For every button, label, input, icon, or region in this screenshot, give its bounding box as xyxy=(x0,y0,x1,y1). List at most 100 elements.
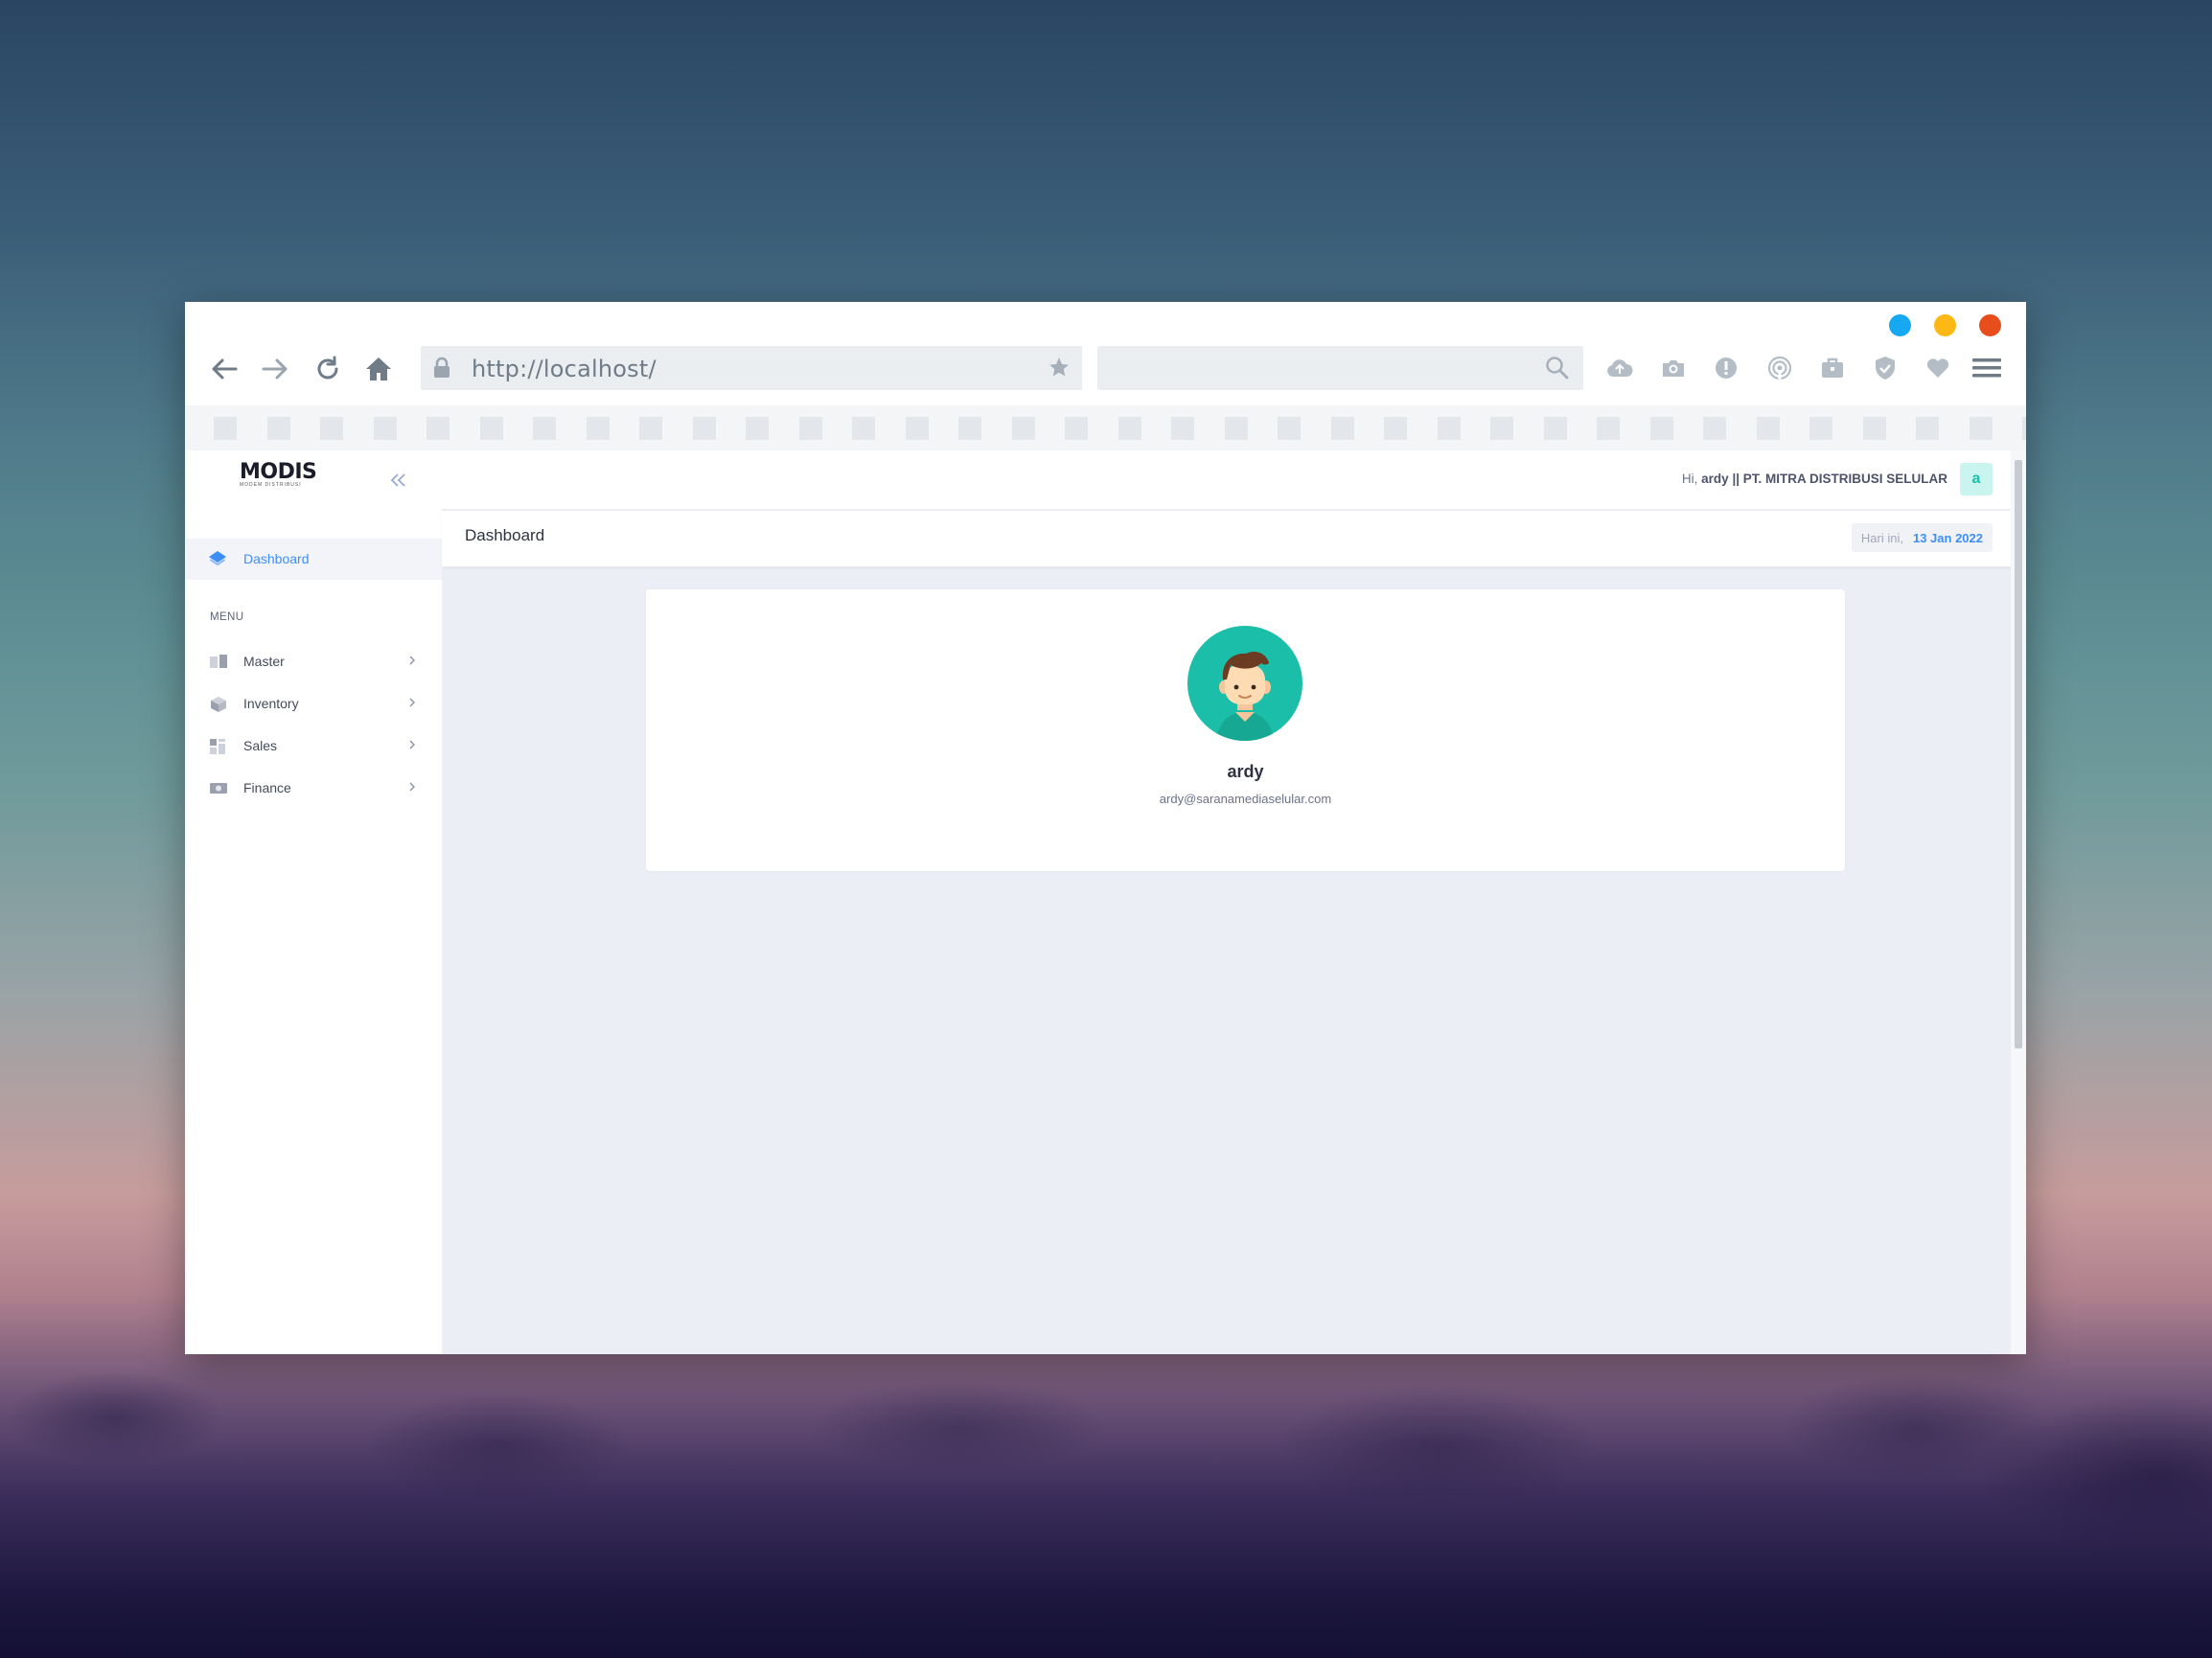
sidebar-item-label: Inventory xyxy=(243,696,299,711)
chevron-right-icon xyxy=(408,738,416,755)
tab-placeholder xyxy=(1224,417,1248,440)
layers-icon xyxy=(208,550,227,572)
cloud-upload-icon[interactable] xyxy=(1603,352,1636,384)
sidebar-item-inventory[interactable]: Inventory xyxy=(185,684,442,723)
hamburger-icon[interactable] xyxy=(1970,352,2003,384)
tab-placeholder xyxy=(1969,417,1993,440)
tab-placeholder xyxy=(1809,417,1832,440)
address-bar[interactable]: http://localhost/ xyxy=(421,346,1082,390)
tab-placeholder xyxy=(1649,417,1673,440)
app-area: MODIS MODEM DISTRIBUSI Dashboard MENU Ma… xyxy=(185,450,2026,1354)
tab-placeholder xyxy=(426,417,449,440)
logo[interactable]: MODIS MODEM DISTRIBUSI xyxy=(240,460,326,498)
profile-avatar xyxy=(1187,626,1302,741)
profile-card: ardy ardy@saranamediaselular.com xyxy=(646,589,1845,871)
tab-placeholder xyxy=(1597,417,1620,440)
home-icon[interactable] xyxy=(359,350,398,388)
lock-icon xyxy=(432,357,451,384)
tab-placeholder xyxy=(586,417,610,440)
sidebar-item-label: Master xyxy=(243,654,285,669)
search-icon[interactable] xyxy=(1545,356,1570,385)
sidebar-item-dashboard[interactable]: Dashboard xyxy=(185,539,442,580)
window-controls xyxy=(1889,314,2001,336)
date-value: 13 Jan 2022 xyxy=(1912,530,1983,545)
sidebar: MODIS MODEM DISTRIBUSI Dashboard MENU Ma… xyxy=(185,450,442,1354)
shield-icon[interactable] xyxy=(1869,352,1901,384)
reload-icon[interactable] xyxy=(309,350,347,388)
window-control-red[interactable] xyxy=(1979,314,2001,336)
browser-chrome: http://localhost/ xyxy=(185,302,2026,450)
collapse-sidebar-button[interactable] xyxy=(386,468,411,493)
tab-placeholder xyxy=(1437,417,1461,440)
page-title: Dashboard xyxy=(465,526,545,544)
star-icon[interactable] xyxy=(1048,356,1071,383)
scrollbar-thumb[interactable] xyxy=(2015,460,2022,1048)
box-icon xyxy=(209,696,228,712)
chevron-right-icon xyxy=(408,696,416,713)
book-icon xyxy=(209,654,228,669)
user-avatar[interactable]: a xyxy=(1960,463,1993,495)
tab-placeholder xyxy=(1171,417,1194,440)
page-scrollbar[interactable] xyxy=(2011,450,2026,1354)
tab-placeholder xyxy=(479,417,503,440)
grid-icon xyxy=(209,738,228,754)
window-control-yellow[interactable] xyxy=(1934,314,1956,336)
tab-placeholder xyxy=(373,417,397,440)
tab-placeholder xyxy=(533,417,556,440)
alert-icon[interactable] xyxy=(1710,352,1742,384)
tab-placeholder xyxy=(958,417,981,440)
greeting-user: ardy || PT. MITRA DISTRIBUSI SELULAR xyxy=(1701,472,1947,486)
user-greeting[interactable]: Hi, ardy || PT. MITRA DISTRIBUSI SELULAR xyxy=(1682,472,1947,486)
window-control-blue[interactable] xyxy=(1889,314,1911,336)
browser-window: http://localhost/ MODIS MODEM DISTRIBUSI… xyxy=(185,302,2026,1354)
chevron-right-icon xyxy=(408,654,416,671)
tab-placeholder xyxy=(1118,417,1141,440)
profile-name: ardy xyxy=(1227,762,1264,781)
sub-header: Dashboard Hari ini, 13 Jan 2022 xyxy=(442,511,2026,566)
tab-placeholder xyxy=(1862,417,1886,440)
url-text: http://localhost/ xyxy=(472,356,657,382)
broadcast-icon[interactable] xyxy=(1763,352,1796,384)
camera-icon[interactable] xyxy=(1657,352,1690,384)
menu-section-header: MENU xyxy=(210,611,244,623)
tab-placeholder xyxy=(1384,417,1407,440)
sidebar-item-label: Finance xyxy=(243,780,291,795)
logo-text: MODIS xyxy=(240,460,317,484)
tab-placeholder xyxy=(2022,417,2026,440)
heart-icon[interactable] xyxy=(1922,352,1954,384)
double-chevron-left-icon xyxy=(390,473,405,487)
greeting-prefix: Hi, xyxy=(1681,472,1698,486)
chevron-right-icon xyxy=(408,780,416,797)
sidebar-item-label: Sales xyxy=(243,738,278,753)
sidebar-item-master[interactable]: Master xyxy=(185,642,442,680)
sidebar-item-label: Dashboard xyxy=(243,551,310,566)
profile-email: ardy@saranamediaselular.com xyxy=(1159,792,1332,806)
tab-placeholder xyxy=(1703,417,1726,440)
tab-placeholder xyxy=(798,417,822,440)
date-picker[interactable]: Hari ini, 13 Jan 2022 xyxy=(1851,523,1993,552)
tab-placeholder xyxy=(746,417,769,440)
tab-placeholder xyxy=(905,417,929,440)
sidebar-item-sales[interactable]: Sales xyxy=(185,726,442,765)
tab-strip xyxy=(185,405,2026,450)
search-bar[interactable] xyxy=(1097,346,1583,390)
money-icon xyxy=(209,780,228,795)
tab-placeholder xyxy=(266,417,290,440)
tab-placeholder xyxy=(852,417,875,440)
tab-placeholder xyxy=(1011,417,1035,440)
tab-placeholder xyxy=(214,417,237,440)
date-prefix: Hari ini, xyxy=(1860,530,1903,545)
forward-icon[interactable] xyxy=(256,350,294,388)
tab-placeholder xyxy=(1278,417,1301,440)
top-bar: Hi, ardy || PT. MITRA DISTRIBUSI SELULAR… xyxy=(442,450,2026,510)
sidebar-item-finance[interactable]: Finance xyxy=(185,769,442,807)
tab-placeholder xyxy=(639,417,662,440)
tab-placeholder xyxy=(692,417,716,440)
background-haze xyxy=(0,1361,2212,1658)
tab-placeholder xyxy=(320,417,343,440)
back-icon[interactable] xyxy=(205,350,243,388)
briefcase-icon[interactable] xyxy=(1816,352,1849,384)
tab-placeholder xyxy=(1756,417,1780,440)
tab-placeholder xyxy=(1543,417,1567,440)
tab-placeholder xyxy=(1330,417,1354,440)
